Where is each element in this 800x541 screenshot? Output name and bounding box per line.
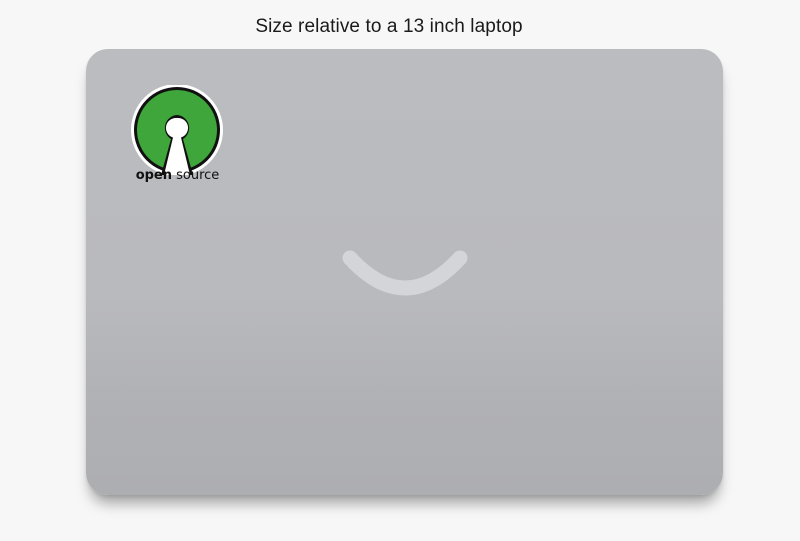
smile-logo-icon [342,250,468,296]
open-source-sticker: open source [130,84,225,189]
size-caption: Size relative to a 13 inch laptop [255,16,523,37]
laptop-lid: open source [86,49,723,495]
sticker-word-open: open [135,168,172,183]
page: Size relative to a 13 inch laptop open s… [0,0,800,541]
sticker-word-source: source [172,168,220,183]
open-source-keyhole-logo-icon [131,84,223,176]
sticker-label: open source [130,168,225,184]
